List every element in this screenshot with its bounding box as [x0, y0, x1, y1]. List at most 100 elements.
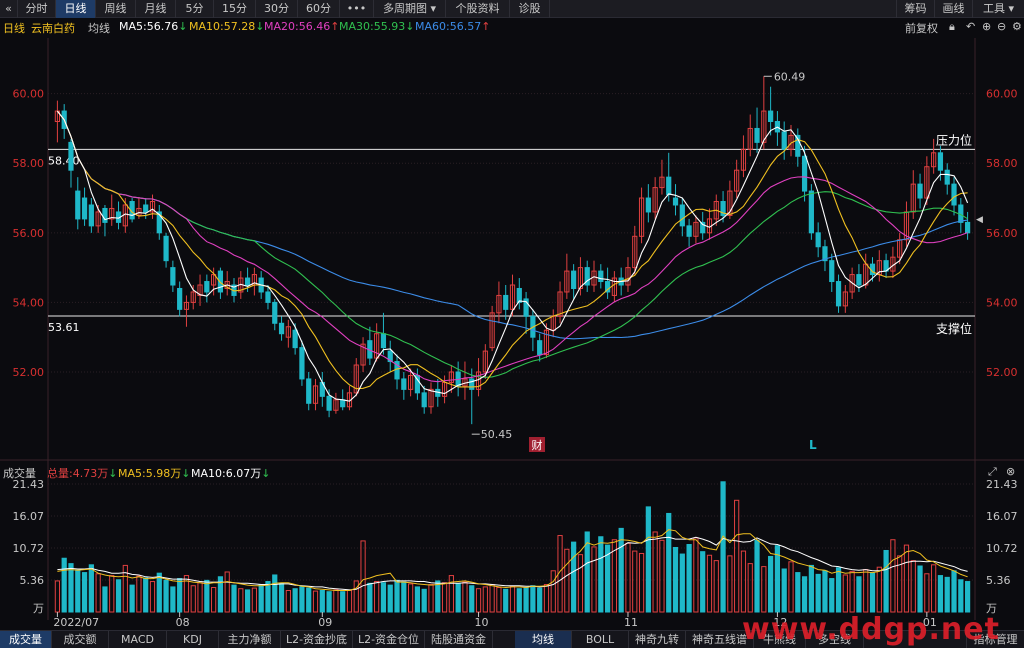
- volume-bar: [326, 591, 332, 613]
- price-tick-label-left: 52.00: [13, 366, 45, 379]
- tab-macd[interactable]: MACD: [109, 631, 167, 648]
- volume-bar: [149, 581, 156, 613]
- volume-bar: [224, 571, 230, 613]
- tab-l2-position[interactable]: L2-资金仓位: [353, 631, 425, 648]
- volume-bar: [543, 584, 550, 613]
- volume-bar: [455, 583, 461, 613]
- candle-down: [808, 190, 814, 234]
- volume-ma10: MA10:6.07万↓: [191, 467, 271, 480]
- candle-down: [272, 301, 278, 324]
- volume-bar: [136, 575, 142, 613]
- candle-down: [299, 347, 305, 380]
- volume-bar: [537, 587, 543, 613]
- candle-down: [163, 235, 169, 262]
- candle-down: [679, 204, 685, 227]
- volume-bar: [523, 587, 529, 613]
- candle-down: [265, 291, 271, 303]
- volume-bar: [768, 555, 774, 613]
- volume-bar: [516, 588, 522, 613]
- candle-down: [340, 399, 346, 408]
- volume-bar: [244, 589, 251, 613]
- candle-down: [598, 270, 604, 283]
- volume-bar: [679, 553, 685, 613]
- volume-bar: [251, 587, 257, 613]
- volume-bar: [394, 579, 400, 613]
- candle-down: [917, 183, 923, 199]
- volume-bar: [835, 567, 842, 613]
- volume-bar: [408, 583, 414, 613]
- volume-bar: [360, 540, 366, 613]
- volume-bar: [272, 574, 278, 613]
- volume-bar: [197, 582, 203, 613]
- tab-boll[interactable]: BOLL: [572, 631, 629, 648]
- volume-bar: [204, 579, 210, 613]
- volume-panel-title: 成交量: [3, 467, 36, 480]
- volume-bar: [869, 572, 876, 613]
- volume-bar: [795, 572, 801, 613]
- volume-bar: [740, 550, 747, 613]
- volume-bar: [462, 581, 468, 613]
- candle-down: [856, 274, 862, 286]
- volume-bar: [509, 585, 516, 613]
- volume-bar: [211, 587, 217, 613]
- ma10-line: [56, 110, 968, 390]
- volume-bar: [822, 570, 828, 613]
- volume-bar: [808, 564, 814, 613]
- candle-down: [951, 183, 957, 206]
- l-marker: L: [809, 438, 817, 452]
- tab-magic-nine[interactable]: 神奇九转: [629, 631, 686, 648]
- volume-bar: [801, 576, 808, 613]
- x-axis-label: 09: [318, 616, 332, 629]
- tab-main-net[interactable]: 主力净额: [219, 631, 281, 648]
- volume-bar: [414, 586, 421, 613]
- volume-bar: [849, 570, 855, 613]
- candle-down: [754, 127, 760, 143]
- volume-total: 总量:4.73万↓: [47, 467, 118, 480]
- volume-ma5-arrow-icon: ↓: [181, 467, 191, 480]
- volume-bar: [571, 541, 577, 613]
- candle-down: [88, 204, 94, 227]
- tab-kdj[interactable]: KDJ: [167, 631, 219, 648]
- volume-bar: [435, 580, 441, 613]
- x-axis-label: 11: [624, 616, 638, 629]
- tab-turnover[interactable]: 成交额: [52, 631, 109, 648]
- volume-bar: [265, 581, 271, 613]
- volume-bar: [829, 578, 835, 613]
- ma20-line: [56, 110, 968, 383]
- x-axis-label: 10: [475, 616, 489, 629]
- volume-bar: [591, 546, 597, 613]
- volume-bar: [706, 554, 713, 613]
- candle-down: [143, 204, 149, 213]
- volume-bar: [346, 589, 353, 613]
- candle-down: [835, 281, 842, 307]
- tab-volume[interactable]: 成交量: [0, 631, 52, 648]
- candle-down: [666, 176, 672, 196]
- candle-down: [75, 190, 81, 220]
- volume-bar: [618, 527, 624, 613]
- volume-bar: [713, 560, 719, 613]
- volume-tick-label-left: 5.36: [20, 574, 45, 587]
- price-tick-label-right: 54.00: [986, 296, 1018, 309]
- volume-tick-label-right: 16.07: [986, 510, 1018, 523]
- candle-down: [801, 155, 808, 192]
- candle-down: [516, 287, 522, 303]
- candle-down: [768, 110, 774, 122]
- close-panel-icon[interactable]: ⊗: [1006, 465, 1015, 478]
- volume-bar: [292, 588, 298, 613]
- stock-chart[interactable]: 60.00 60.00 58.00 58.00 56.00 56.00 54.00 54.00…: [0, 0, 1024, 630]
- volume-bar: [958, 579, 964, 613]
- volume-bar: [177, 578, 183, 613]
- tab-hk-connect[interactable]: 陆股通资金: [425, 631, 493, 648]
- tab-l2-bottom[interactable]: L2-资金抄底: [281, 631, 353, 648]
- volume-bar: [170, 586, 176, 613]
- volume-bar: [129, 584, 135, 613]
- tab-ma[interactable]: 均线: [515, 631, 572, 648]
- volume-bar: [700, 551, 706, 613]
- candle-down: [177, 287, 183, 310]
- volume-bar: [299, 586, 305, 613]
- volume-tick-label-left: 10.72: [13, 542, 45, 555]
- support-label: 支撑位: [936, 321, 972, 336]
- site-watermark: www.ddgp.net: [742, 612, 1000, 647]
- candle-down: [170, 267, 176, 286]
- maximize-icon[interactable]: ⤢: [988, 465, 997, 479]
